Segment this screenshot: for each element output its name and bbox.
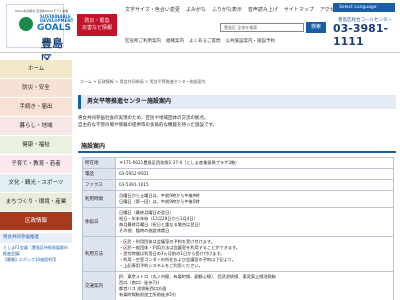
row-value: 月曜日から土曜日は、午前9時から午後9時 日曜日（第一回）は、午前9時から午後5…: [115, 190, 394, 208]
sidebar-item-childcare[interactable]: 子育て・教育・若者: [0, 155, 72, 174]
call-center-number: 03-3981-1111: [333, 22, 389, 48]
sidebar-sub-title: 男女共同参画推進: [0, 233, 72, 243]
row-label: 休館日: [82, 207, 116, 237]
top-links: 文字サイズ・色合い変更 よみがな ふりがな表示 音声読み上げ サイトマップ アク…: [125, 6, 340, 13]
table-row: ファクス 03-5391-1015: [82, 179, 394, 191]
subnav-link[interactable]: 組織案内: [166, 38, 184, 44]
table-row: 交通案内 JR、東京メトロ（丸ノ内線、有楽町線、副都心線）、西武池袋線、東武東上線…: [82, 271, 394, 300]
sidebar-item-procedures[interactable]: 手続き・届出: [0, 98, 72, 117]
table-row: 休館日 日曜日（最終月曜日の翌日） 祝日・年末年始（12月29日から1月4日） 毎…: [82, 207, 394, 237]
row-label: 利用方法: [82, 236, 116, 272]
sidebar-links: としまF1会議（豊島区持続発展都市推進会議） 【募集】エポック10施設利用: [0, 243, 72, 265]
sidebar: ホーム 防災・安全 手続き・届出 暮らし・地域 健康・福祉 子育て・教育・若者 …: [0, 60, 72, 300]
sidebar-item-home[interactable]: ホーム: [0, 60, 72, 79]
sidebar-link[interactable]: としまF1会議（豊島区持続発展都市推進会議）: [3, 245, 69, 257]
subnav-link[interactable]: 公共施設案内・施設予約: [226, 38, 276, 44]
row-label: 利用時間: [82, 190, 116, 208]
intro-text: 男女共同参画社会の実現のため、区民や地域団体の交流の拠点。 自主的な学習の場や情…: [78, 116, 218, 128]
sidebar-item-town[interactable]: まちづくり・環境・産業: [0, 193, 72, 212]
top-link[interactable]: サイトマップ: [284, 6, 314, 13]
sidebar-item-disaster[interactable]: 防災・安全: [0, 79, 72, 98]
facility-info-table: 所在地 〒171-0021豊島区西池袋2-37-4（としま産業振興プラザ3階） 電…: [82, 157, 394, 300]
search-button[interactable]: 検索: [306, 22, 326, 33]
row-label: 所在地: [82, 157, 116, 169]
sidebar-link[interactable]: 【募集】エポック10施設利用: [3, 257, 69, 263]
city-logo[interactable]: SDGs未来都市 自治体SDGsモデル事業 SUSTAINABLE DEVELO…: [6, 4, 73, 66]
row-value: ・区民・利用団体は会議室の予約を受け付けます。 ・区民一般団体・利用方法は会議室…: [115, 236, 394, 272]
site-header: SDGs未来都市 自治体SDGsモデル事業 SUSTAINABLE DEVELO…: [0, 0, 400, 66]
row-value: JR、東京メトロ（丸ノ内線、有楽町線、副都心線）、西武池袋線、東武東上線池袋駅 …: [115, 271, 394, 300]
row-value: 03-5391-1015: [115, 179, 394, 191]
sidebar-item-culture[interactable]: 文化・観光・スポーツ: [0, 174, 72, 193]
city-seal-icon: [19, 17, 33, 31]
top-link[interactable]: 音声読み上げ: [248, 6, 278, 13]
page: SDGs未来都市 自治体SDGsモデル事業 SUSTAINABLE DEVELO…: [0, 0, 400, 300]
subnav-link[interactable]: 区役所ご利用案内: [125, 38, 161, 44]
top-link[interactable]: よみがな: [186, 6, 206, 13]
row-label: 交通案内: [82, 271, 116, 300]
select-language-button[interactable]: Select Language: [333, 3, 395, 12]
page-title: 男女平等推進センター施設案内: [78, 95, 396, 109]
top-link[interactable]: 文字サイズ・色合い変更: [125, 6, 180, 13]
top-link[interactable]: ふりがな表示: [212, 6, 242, 13]
section-title: 施設案内: [78, 141, 396, 153]
subnav-link[interactable]: よくあるご質問: [189, 38, 221, 44]
row-value: 日曜日（最終月曜日の翌日） 祝日・年末年始（12月29日から1月4日） 毎月最終…: [115, 207, 394, 237]
search-scope-select[interactable]: 豊島区 全体を検索: [220, 23, 304, 32]
disaster-info-button[interactable]: 防災・緊急 災害など情報: [77, 14, 117, 36]
sdg-goals-label: GOALS: [37, 23, 71, 33]
row-label: 電話: [82, 168, 116, 180]
breadcrumb: ホーム > 区政情報 > 男女共同参画 > 男女平等推進センター施設案内: [80, 79, 206, 84]
row-label: ファクス: [82, 179, 116, 191]
logo-subtitle: SDGs未来都市 自治体SDGsモデル事業: [15, 9, 69, 13]
table-row: 利用時間 月曜日から土曜日は、午前9時から午後9時 日曜日（第一回）は、午前9時か…: [82, 190, 394, 208]
table-row: 電話 03-5952-9501: [82, 168, 394, 180]
sidebar-item-government[interactable]: 区政情報: [0, 212, 72, 231]
sidebar-item-health[interactable]: 健康・福祉: [0, 136, 72, 155]
sidebar-item-living[interactable]: 暮らし・地域: [0, 117, 72, 136]
row-value: 〒171-0021豊島区西池袋2-37-4（としま産業振興プラザ3階）: [115, 157, 394, 169]
row-value: 03-5952-9501: [115, 168, 394, 180]
sub-navigation: 区役所ご利用案内 組織案内 よくあるご質問 公共施設案内・施設予約: [125, 38, 275, 44]
table-row: 所在地 〒171-0021豊島区西池袋2-37-4（としま産業振興プラザ3階）: [82, 157, 394, 169]
sdg-label: SUSTAINABLE DEVELOPMENT: [40, 14, 74, 23]
table-row: 利用方法 ・区民・利用団体は会議室の予約を受け付けます。 ・区民一般団体・利用方法…: [82, 236, 394, 272]
